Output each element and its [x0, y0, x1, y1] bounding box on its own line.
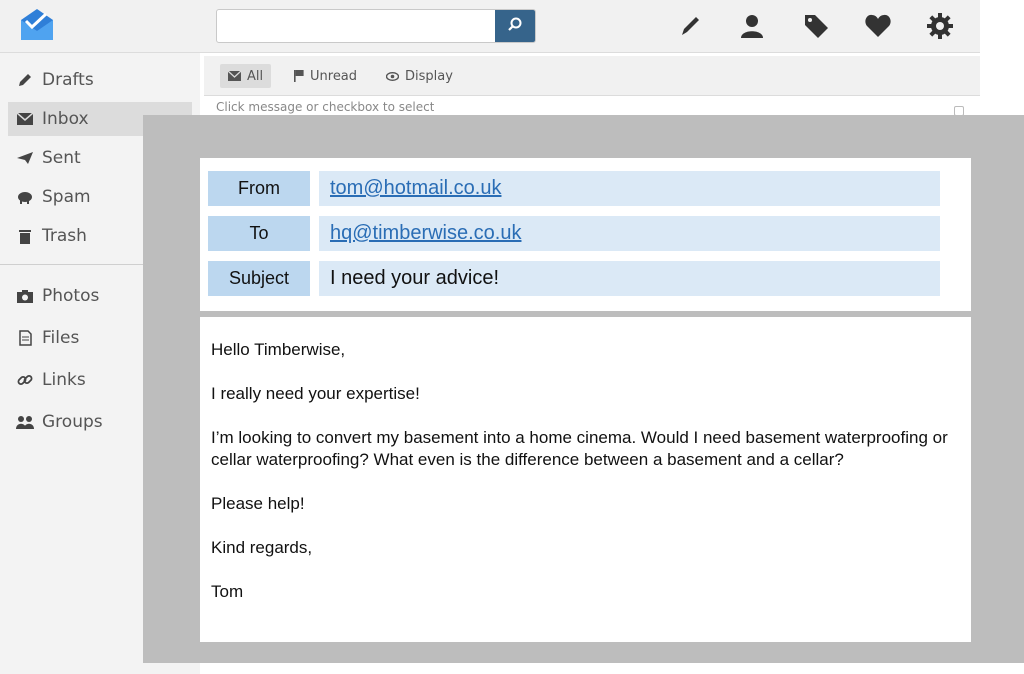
filter-all[interactable]: All — [220, 64, 272, 88]
group-icon — [16, 413, 34, 431]
from-email-link[interactable]: tom@hotmail.co.uk — [330, 177, 501, 200]
to-email-link[interactable]: hq@timberwise.co.uk — [330, 222, 521, 245]
search-icon — [507, 16, 523, 36]
body-paragraph: Hello Timberwise, — [211, 340, 346, 359]
envelope-icon — [228, 71, 241, 81]
body-paragraph: Please help! — [211, 494, 305, 513]
flag-icon — [294, 70, 304, 82]
link-icon — [16, 371, 34, 389]
sidebar-item-label: Links — [42, 370, 86, 390]
sidebar-item-label: Spam — [42, 187, 91, 207]
tag-icon[interactable] — [798, 9, 834, 43]
body-paragraph: I’m looking to convert my basement into … — [211, 428, 948, 469]
message-list-toolbar: All Unread Display — [204, 56, 980, 96]
body-paragraph: I really need your expertise! — [211, 384, 420, 403]
subject-row: Subject I need your advice! — [208, 261, 940, 296]
subject-value: I need your advice! — [319, 261, 940, 296]
pencil-icon — [16, 71, 34, 89]
select-hint: Click message or checkbox to select — [216, 100, 435, 114]
email-headers: From tom@hotmail.co.uk To hq@timberwise.… — [200, 158, 971, 311]
sidebar-item-drafts[interactable]: Drafts — [8, 63, 192, 97]
subject-label: Subject — [208, 261, 310, 296]
search-button[interactable] — [495, 10, 535, 42]
paper-plane-icon — [16, 149, 34, 167]
sidebar-item-label: Drafts — [42, 70, 94, 90]
search-input[interactable] — [217, 10, 497, 42]
from-row: From tom@hotmail.co.uk — [208, 171, 940, 206]
email-body: Hello Timberwise, I really need your exp… — [200, 317, 971, 642]
filter-label: All — [247, 68, 264, 84]
inbox-logo-icon[interactable] — [18, 6, 56, 44]
to-label: To — [208, 216, 310, 251]
file-icon — [16, 329, 34, 347]
to-row: To hq@timberwise.co.uk — [208, 216, 940, 251]
settings-gear-icon[interactable] — [922, 9, 958, 43]
body-paragraph: Tom — [211, 582, 244, 601]
from-label: From — [208, 171, 310, 206]
filter-label: Display — [405, 68, 453, 84]
top-bar — [0, 0, 980, 53]
to-value: hq@timberwise.co.uk — [319, 216, 940, 251]
email-preview-overlay: From tom@hotmail.co.uk To hq@timberwise.… — [143, 115, 1024, 663]
envelope-icon — [16, 110, 34, 128]
from-value: tom@hotmail.co.uk — [319, 171, 940, 206]
sidebar-item-label: Files — [42, 328, 80, 348]
contacts-person-icon[interactable] — [734, 9, 770, 43]
sidebar-item-label: Groups — [42, 412, 103, 432]
top-toolbar — [660, 0, 970, 53]
sidebar-item-label: Photos — [42, 286, 100, 306]
piggy-bank-icon — [16, 188, 34, 206]
camera-icon — [16, 287, 34, 305]
body-paragraph: Kind regards, — [211, 538, 313, 557]
search-bar — [216, 9, 536, 43]
sidebar-item-label: Sent — [42, 148, 81, 168]
sidebar-item-label: Trash — [42, 226, 87, 246]
sidebar-item-label: Inbox — [42, 109, 89, 129]
filter-display[interactable]: Display — [378, 64, 461, 88]
filter-label: Unread — [310, 68, 358, 84]
filter-unread[interactable]: Unread — [286, 64, 365, 88]
eye-icon — [386, 71, 399, 81]
favorites-heart-icon[interactable] — [860, 9, 896, 43]
compose-pencil-icon[interactable] — [672, 9, 708, 43]
trash-icon — [16, 227, 34, 245]
